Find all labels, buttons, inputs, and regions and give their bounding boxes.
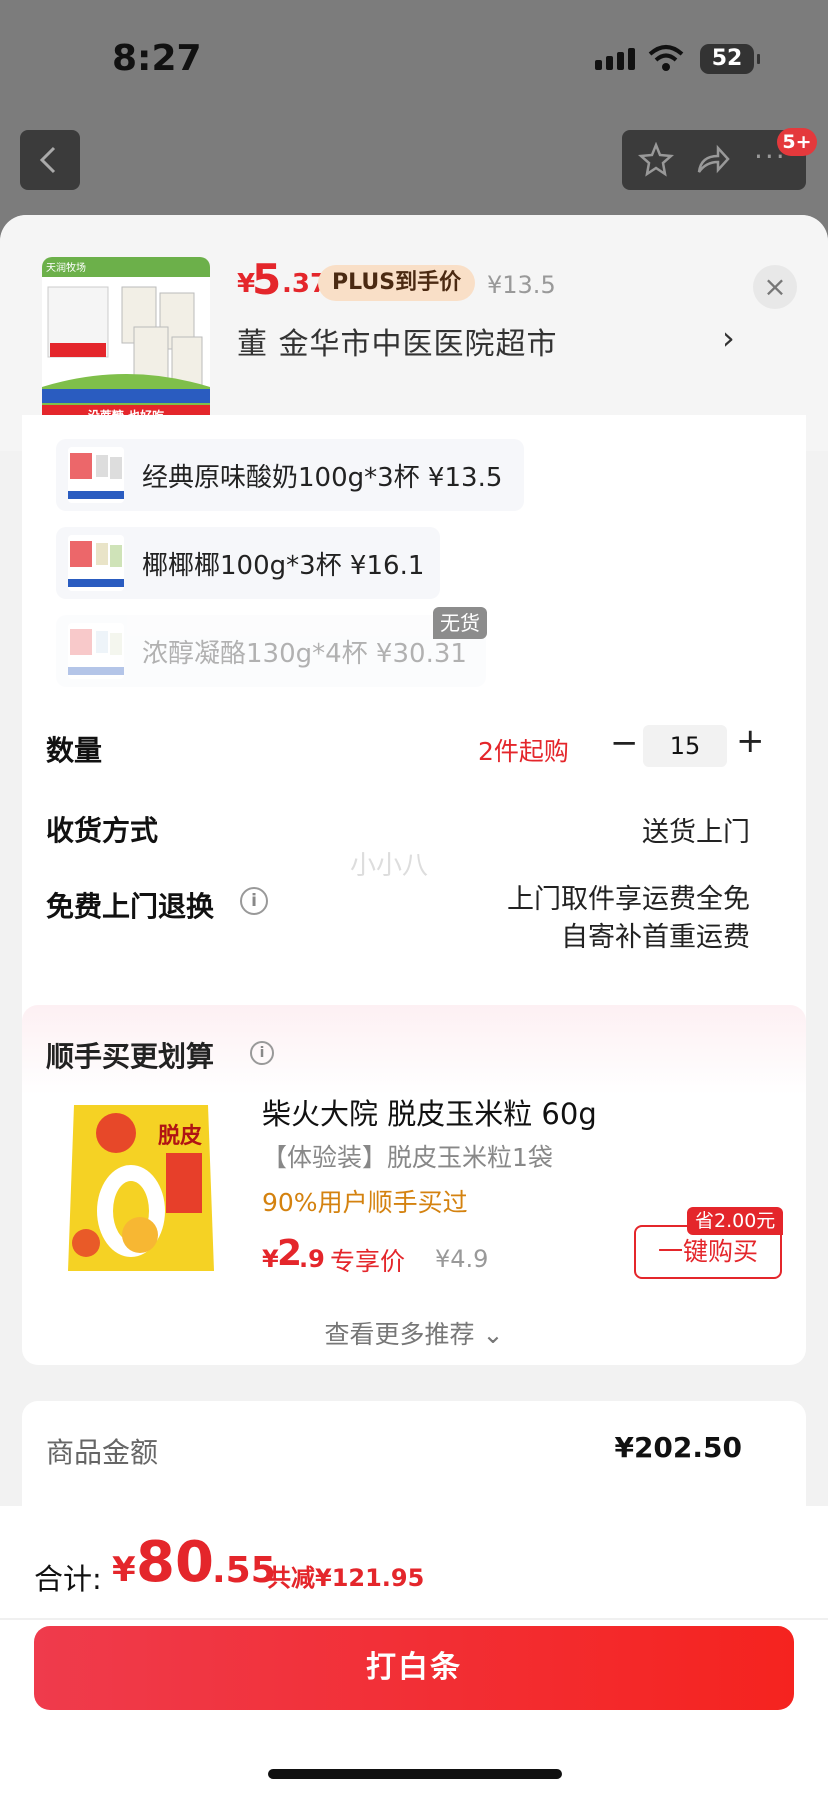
delivery-address[interactable]: 董 金华市中医医院超市 (237, 319, 558, 363)
recommend-subtitle: 【体验装】脱皮玉米粒1袋 (262, 1143, 553, 1172)
total-savings: 共减¥121.95 (267, 1564, 425, 1592)
chevron-left-icon (39, 146, 56, 174)
product-thumbnail[interactable]: 天润牧场 没蔗糖 也好吃 (42, 257, 210, 425)
thumb-title: 脱皮 (158, 1123, 202, 1149)
total-label: 合计: (34, 1562, 102, 1596)
corn-product-image: 脱皮 (46, 1093, 236, 1279)
returns-label: 免费上门退换 (46, 890, 215, 923)
variant-option[interactable]: 经典原味酸奶100g*3杯 ¥13.5 (56, 439, 524, 511)
yogurt-image: 天润牧场 没蔗糖 也好吃 (42, 257, 210, 425)
recommend-name[interactable]: 柴火大院 脱皮玉米粒 60g (262, 1091, 597, 1133)
exclusive-price-label: 专享价 (330, 1247, 406, 1276)
see-more-label: 查看更多推荐 (324, 1320, 475, 1349)
variant-thumb (68, 447, 124, 503)
variant-thumb (68, 623, 124, 679)
quantity-minus-button[interactable]: − (610, 723, 639, 763)
recommend-price-decimal: .9 (299, 1245, 325, 1273)
returns-line-1: 上门取件享运费全免 (507, 884, 750, 915)
delivery-value: 送货上门 (642, 817, 750, 848)
goods-amount-label: 商品金额 (46, 1436, 159, 1469)
quantity-plus-button[interactable]: + (736, 721, 765, 761)
recommend-popularity: 90%用户顺手买过 (262, 1188, 468, 1217)
variant-option-unavailable: 浓醇凝酪130g*4杯 ¥30.31 (56, 615, 486, 687)
star-icon[interactable] (638, 142, 674, 178)
returns-line-2: 自寄补首重运费 (561, 922, 750, 953)
cart-count-badge: 5+ (777, 128, 817, 156)
total-symbol: ¥ (112, 1550, 136, 1590)
status-time: 8:27 (112, 38, 202, 79)
wifi-icon (648, 45, 684, 71)
info-icon[interactable]: i (250, 1041, 274, 1065)
recommend-original-price: ¥4.9 (435, 1245, 489, 1273)
recommend-title: 顺手买更划算 (46, 1040, 215, 1073)
battery-icon: 52 (700, 44, 760, 74)
thumb-brand: 天润牧场 (46, 261, 86, 274)
pay-button[interactable]: 打白条 (34, 1626, 794, 1710)
recommend-thumbnail[interactable]: 脱皮 (46, 1093, 236, 1279)
back-button[interactable] (20, 130, 80, 190)
min-purchase-note: 2件起购 (478, 737, 569, 766)
signal-icon (595, 48, 635, 70)
savings-badge: 省2.00元 (687, 1207, 784, 1235)
variant-label: 经典原味酸奶100g*3杯 ¥13.5 (142, 463, 503, 493)
info-icon[interactable]: i (240, 887, 268, 915)
watermark: 小小八 (350, 851, 429, 881)
out-of-stock-badge: 无货 (433, 607, 487, 639)
status-bar: 8:27 52 (0, 0, 828, 120)
quantity-input[interactable]: 15 (643, 725, 727, 767)
goods-amount-value: ¥202.50 (614, 1431, 742, 1464)
original-price: ¥13.5 (487, 271, 556, 299)
quantity-label: 数量 (46, 734, 103, 767)
total-integer: 80 (136, 1530, 214, 1595)
price-integer: 5 (252, 255, 282, 304)
close-icon[interactable]: × (753, 265, 797, 309)
variant-option[interactable]: 椰椰椰100g*3杯 ¥16.1 (56, 527, 440, 599)
delivery-label: 收货方式 (46, 814, 159, 847)
see-more-recommendations[interactable]: 查看更多推荐 ⌄ (0, 1315, 828, 1351)
checkout-footer: 合计: ¥ 80 .55 共减¥121.95 打白条 (0, 1506, 828, 1796)
variant-label: 浓醇凝酪130g*4杯 ¥30.31 (142, 639, 467, 669)
plus-price-badge: PLUS到手价 (318, 265, 476, 301)
divider (0, 1618, 828, 1620)
chevron-right-icon[interactable]: › (722, 319, 735, 357)
variant-label: 椰椰椰100g*3杯 ¥16.1 (142, 551, 425, 581)
variant-thumb (68, 535, 124, 591)
chevron-down-icon: ⌄ (482, 1320, 504, 1349)
share-icon[interactable] (694, 142, 730, 178)
home-indicator[interactable] (268, 1769, 562, 1779)
